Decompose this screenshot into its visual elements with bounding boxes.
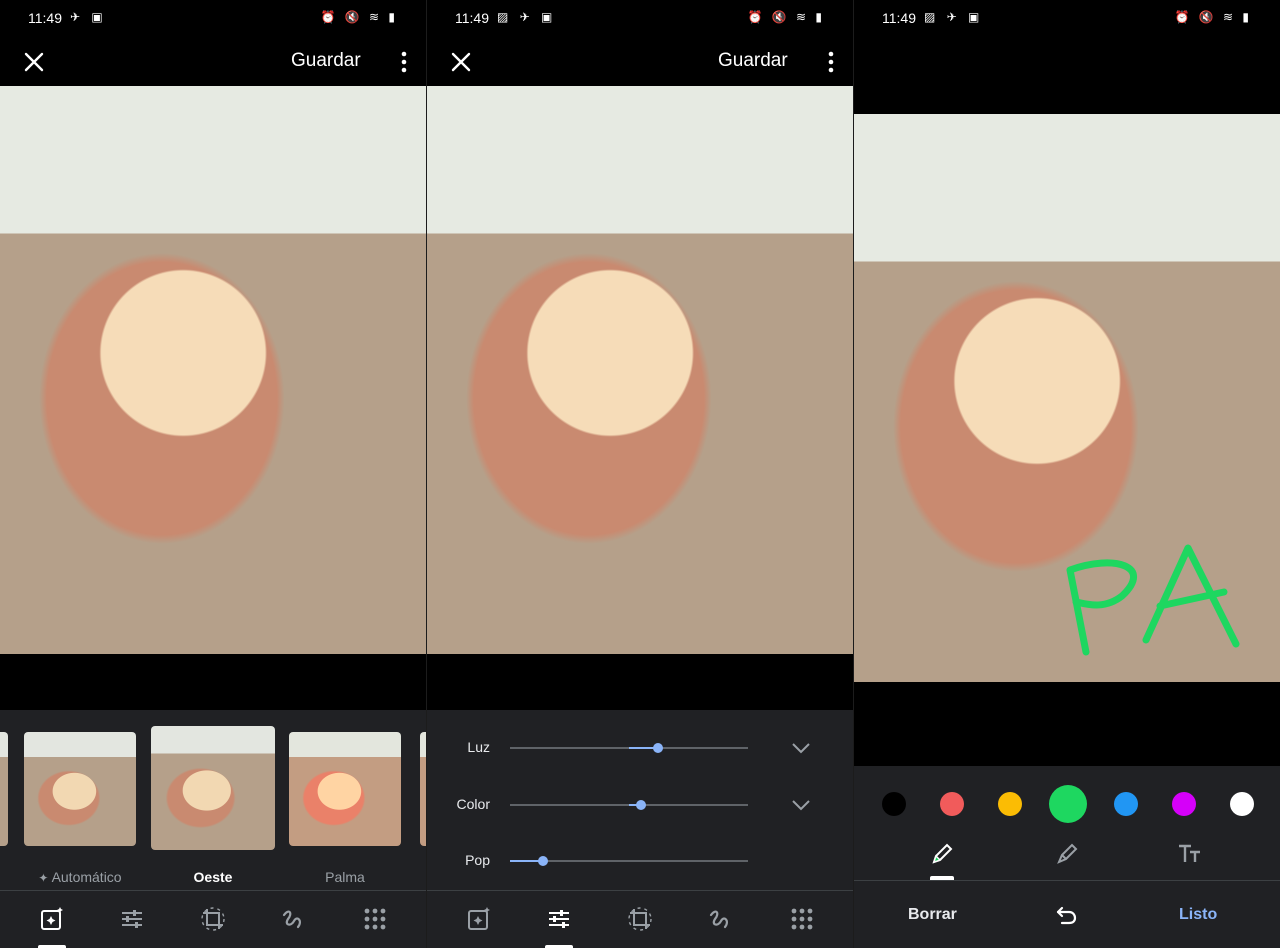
save-button[interactable]: Guardar — [718, 50, 788, 72]
photo-preview — [427, 86, 853, 654]
close-icon[interactable] — [20, 48, 48, 76]
notification-icons: ✈ ▣ — [70, 10, 107, 24]
more-tools-icon[interactable] — [788, 905, 816, 933]
highlighter-icon[interactable] — [1053, 840, 1081, 868]
adjust-icon[interactable] — [118, 905, 146, 933]
sparkle-icon: ✦ — [38, 871, 49, 885]
status-time: 11:49 — [882, 10, 916, 26]
drawn-text-pa — [1066, 544, 1240, 656]
done-button[interactable]: Listo — [1179, 906, 1217, 924]
slider-row-pop: Pop — [427, 841, 853, 881]
top-bar: Guardar — [427, 40, 853, 86]
color-swatch-red[interactable] — [940, 792, 965, 816]
markup-sheet: Borrar Listo — [854, 766, 1280, 948]
slider-row-color: Color — [427, 785, 853, 825]
text-icon[interactable] — [1176, 840, 1204, 868]
notification-icons: ▨ ✈ ▣ — [924, 10, 984, 24]
editor-toolbar — [0, 890, 426, 948]
color-swatch-magenta[interactable] — [1171, 792, 1196, 816]
slider-thumb[interactable] — [652, 743, 663, 753]
system-status-icons: ⏰ 🔇 ≋ ▮ — [1174, 10, 1252, 24]
chevron-down-icon[interactable] — [789, 736, 813, 760]
slider-pop[interactable] — [510, 856, 748, 866]
filter-thumbnail-palma[interactable] — [289, 732, 401, 846]
slider-label-color: Color — [456, 796, 490, 812]
editor-panel-adjust: 11:49 ▨ ✈ ▣ ⏰ 🔇 ≋ ▮ Guardar Luz Color Po… — [427, 0, 853, 948]
more-tools-icon[interactable] — [361, 905, 389, 933]
editor-toolbar — [427, 890, 853, 948]
top-bar: Guardar — [0, 40, 426, 86]
adjust-icon[interactable] — [545, 905, 573, 933]
filter-thumbnail-auto[interactable] — [24, 732, 136, 846]
active-mode-indicator — [930, 876, 954, 880]
status-time: 11:49 — [28, 10, 62, 26]
pen-icon[interactable] — [928, 840, 956, 868]
editor-panel-filters: 11:49 ✈ ▣ ⏰ 🔇 ≋ ▮ Guardar ✦ Automático O… — [0, 0, 426, 948]
filter-thumbnail-partial[interactable] — [0, 732, 8, 846]
markup-mode-row — [854, 834, 1280, 881]
chevron-down-icon[interactable] — [789, 793, 813, 817]
slider-color[interactable] — [510, 800, 748, 810]
slider-luz[interactable] — [510, 743, 748, 753]
system-status-icons: ⏰ 🔇 ≋ ▮ — [320, 10, 398, 24]
photo-preview — [0, 86, 426, 654]
crop-rotate-icon[interactable] — [626, 905, 654, 933]
status-bar: 11:49 ▨ ✈ ▣ ⏰ 🔇 ≋ ▮ — [854, 0, 1280, 38]
markup-icon[interactable] — [706, 905, 734, 933]
undo-icon[interactable] — [1054, 902, 1080, 928]
notification-icons: ▨ ✈ ▣ — [497, 10, 557, 24]
filter-strip[interactable]: ✦ Automático Oeste Palma — [0, 726, 426, 885]
slider-thumb[interactable] — [635, 800, 646, 810]
crop-rotate-icon[interactable] — [199, 905, 227, 933]
filter-label-auto[interactable]: ✦ Automático — [15, 869, 145, 885]
save-button[interactable]: Guardar — [291, 50, 361, 72]
slider-label-pop: Pop — [465, 852, 490, 868]
color-swatch-blue[interactable] — [1113, 792, 1138, 816]
clear-button[interactable]: Borrar — [908, 906, 957, 924]
markup-icon[interactable] — [279, 905, 307, 933]
close-icon[interactable] — [447, 48, 475, 76]
filters-sheet: ✦ Automático Oeste Palma — [0, 710, 426, 948]
drawing-overlay[interactable] — [854, 114, 1280, 682]
markup-actions: Borrar Listo — [854, 884, 1280, 944]
status-time: 11:49 — [455, 10, 489, 26]
suggestions-icon[interactable] — [465, 905, 493, 933]
editor-panel-markup: 11:49 ▨ ✈ ▣ ⏰ 🔇 ≋ ▮ Borrar Listo — [854, 0, 1280, 948]
color-swatch-white[interactable] — [1229, 792, 1254, 816]
filter-thumbnail-oeste[interactable] — [151, 726, 275, 850]
adjust-sheet: Luz Color Pop — [427, 710, 853, 948]
suggestions-icon[interactable] — [38, 905, 66, 933]
status-bar: 11:49 ✈ ▣ ⏰ 🔇 ≋ ▮ — [0, 0, 426, 38]
slider-label-luz: Luz — [467, 739, 490, 755]
status-bar: 11:49 ▨ ✈ ▣ ⏰ 🔇 ≋ ▮ — [427, 0, 853, 38]
color-swatch-green[interactable] — [1049, 785, 1087, 823]
more-options-icon[interactable] — [823, 48, 839, 76]
filter-label-oeste[interactable]: Oeste — [148, 869, 278, 885]
slider-thumb[interactable] — [538, 856, 549, 866]
photo-canvas[interactable] — [854, 114, 1280, 682]
slider-row-luz: Luz — [427, 728, 853, 768]
filter-label-palma[interactable]: Palma — [280, 869, 410, 885]
color-palette — [854, 780, 1280, 828]
more-options-icon[interactable] — [396, 48, 412, 76]
color-swatch-yellow[interactable] — [998, 792, 1023, 816]
color-swatch-black[interactable] — [882, 792, 907, 816]
system-status-icons: ⏰ 🔇 ≋ ▮ — [747, 10, 825, 24]
